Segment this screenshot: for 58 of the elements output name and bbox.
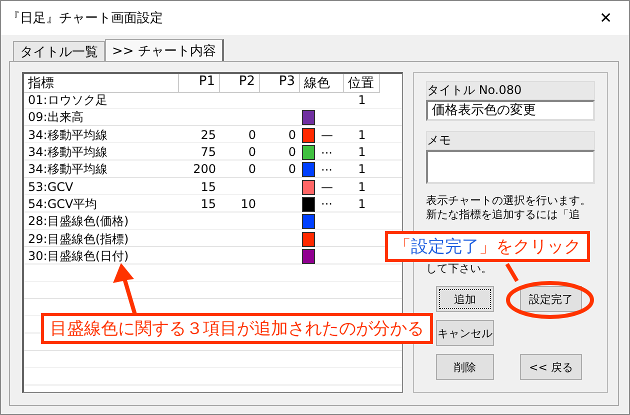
column-header[interactable]: P1 [179,74,220,93]
table-cell-text: 1 [357,144,367,162]
table-cell-text: 200 [192,161,217,178]
indicator-name[interactable]: 34:移動平均線 [24,161,179,178]
table-cell-text: 0 [287,161,297,178]
dialog-button[interactable]: << 戻る [520,354,582,380]
help-text: 新たな指標を追加するには「追 [426,208,580,222]
indicator-name[interactable]: 01:ロウソク足 [24,92,179,110]
indicator-name[interactable]: 29:目盛線色(指標) [24,230,179,248]
table-cell-text: 15 [200,196,217,213]
table-cell-text: 0 [247,126,257,144]
dialog-button[interactable]: キャンセル [436,320,494,346]
indicator-name[interactable]: 09:出来高 [24,109,179,126]
help-text: して下さい。 [426,262,492,276]
memo-field[interactable] [426,150,595,184]
memo-label: メモ [426,131,595,150]
tab[interactable]: >> チャート内容 [105,39,224,61]
table-cell-text: 1 [357,161,367,178]
annotation-text: 目盛線色に関する３項目が追加されたのが分かる [41,313,433,344]
table-cell-text: 15 [200,178,217,196]
line-style: — [321,180,333,194]
table-cell-text: 1 [357,92,367,110]
table-cell-text: 0 [287,144,297,162]
table-cell-text: 1 [357,178,367,196]
column-header[interactable]: 線色 [300,74,344,93]
line-style: — [321,128,333,142]
tab[interactable]: タイトル一覧 [13,41,105,61]
column-header[interactable]: P3 [260,74,300,93]
title-label: タイトル No.080 [426,81,595,100]
line-style: ··· [321,197,332,212]
annotation-text: 「設定完了」をクリック [385,231,590,262]
dialog-button[interactable]: 追加 [436,286,494,312]
indicator-name[interactable]: 53:GCV [24,178,179,196]
title-field[interactable]: 価格表示色の変更 [426,100,595,121]
dialog-button[interactable]: 削除 [436,354,494,380]
line-style: ··· [321,146,332,160]
table-cell-text: 0 [247,161,257,178]
indicator-name[interactable]: 28:目盛線色(価格) [24,213,179,230]
line-style: ··· [321,162,332,177]
help-text: 表示チャートの選択を行います。 [426,194,591,208]
indicator-name[interactable]: 54:GCV平均 [24,196,179,213]
table-cell-text: 1 [357,196,367,213]
dialog-button[interactable]: 設定完了 [520,286,582,312]
indicator-name[interactable]: 30:目盛線色(日付) [24,248,179,265]
column-header[interactable]: 位置 [344,74,380,93]
indicator-name[interactable]: 34:移動平均線 [24,144,179,162]
table-cell-text: 75 [200,144,217,162]
table-cell-text: 0 [247,144,257,162]
close-button[interactable]: ✕ [583,1,629,35]
table-cell-text: 1 [357,126,367,144]
callout-arrow [113,263,137,315]
column-header[interactable]: 指標 [24,74,179,93]
table-cell-text: 0 [287,126,297,144]
table-cell-text: 25 [200,126,217,144]
table-cell-text: 10 [240,196,257,213]
window-title: 『日足』チャート画面設定 [7,10,163,27]
indicator-name[interactable]: 34:移動平均線 [24,126,179,144]
column-header[interactable]: P2 [220,74,260,93]
